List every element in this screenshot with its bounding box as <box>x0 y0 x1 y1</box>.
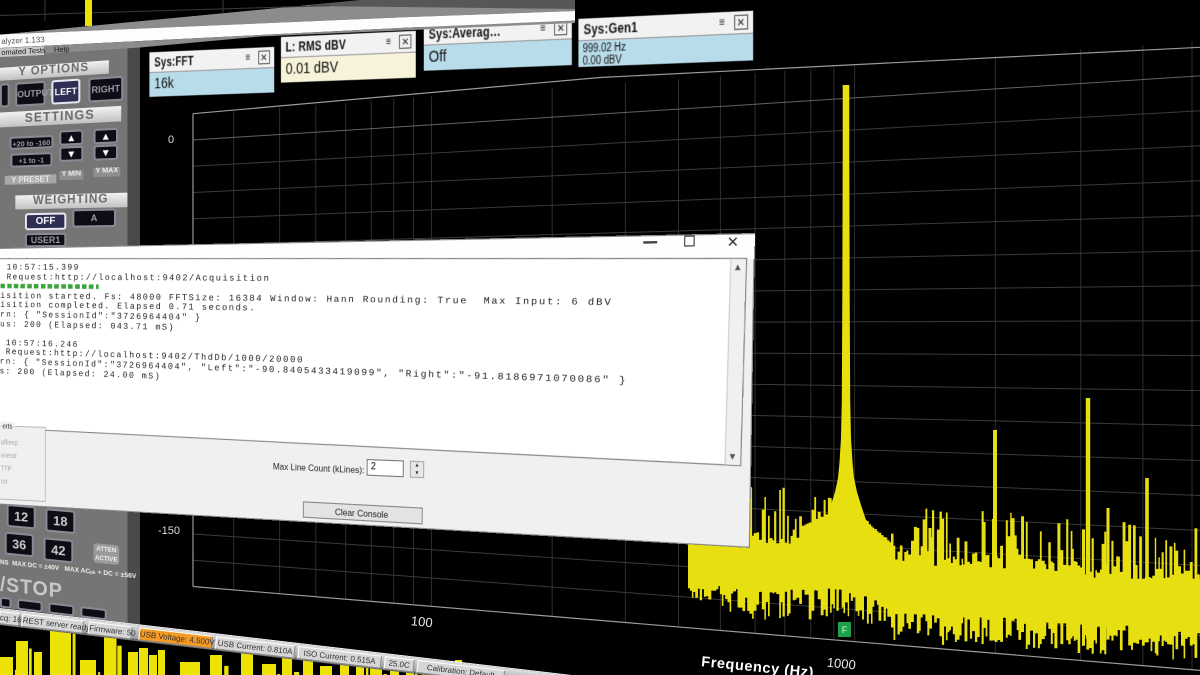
svg-text:F: F <box>842 625 848 635</box>
